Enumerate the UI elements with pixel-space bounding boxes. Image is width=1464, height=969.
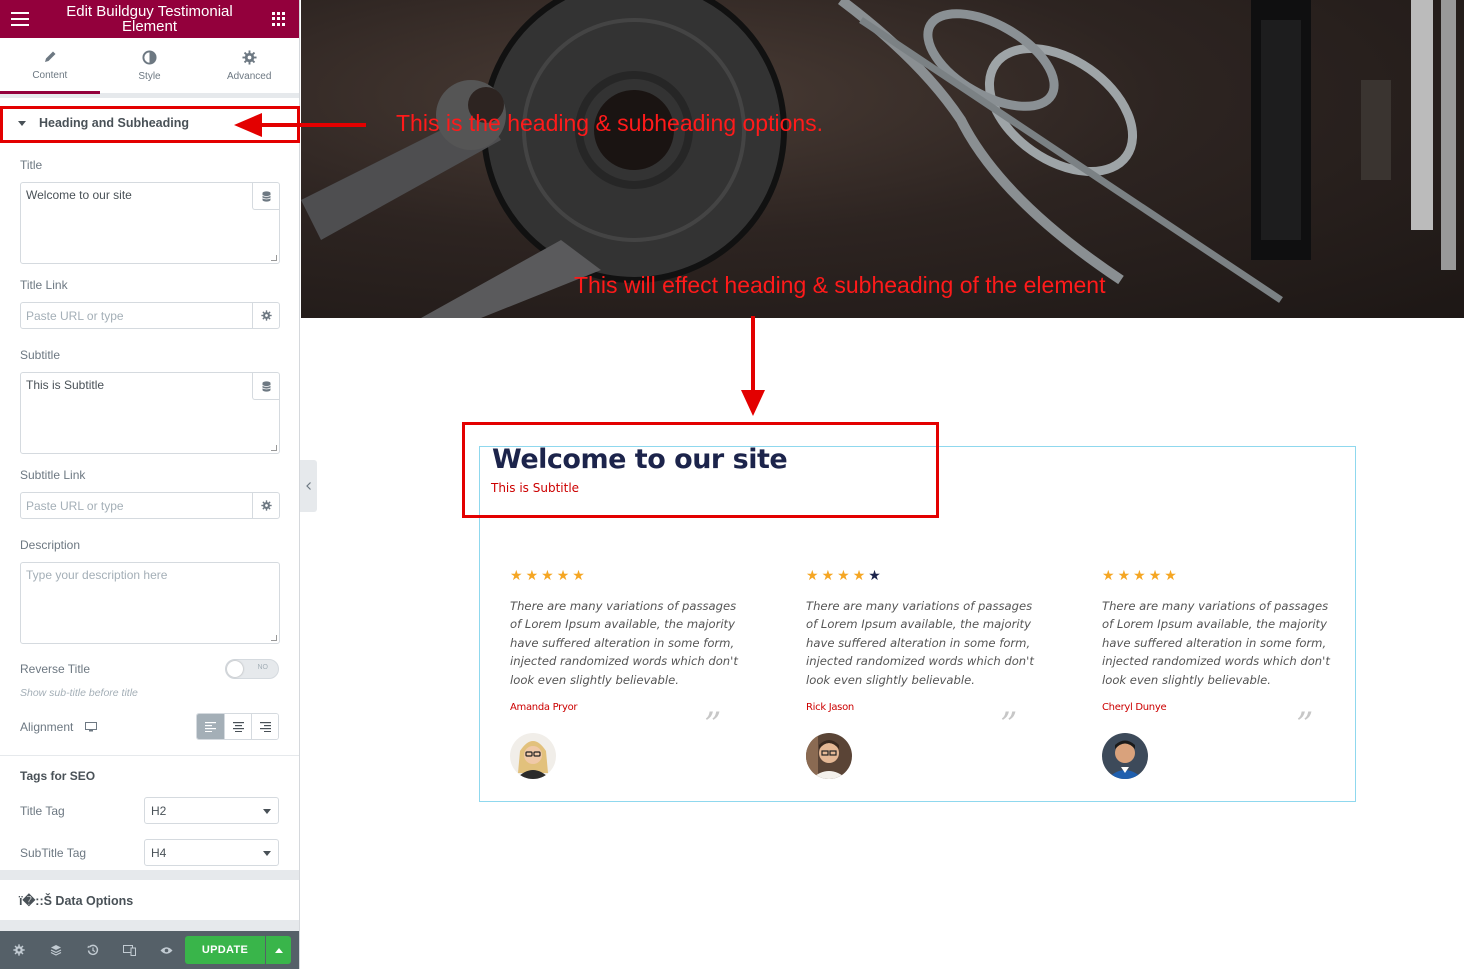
editor-window: Edit Buildguy Testimonial Element Conten… — [0, 0, 1464, 969]
annotation-heading-options: This is the heading & subheading options… — [396, 110, 824, 136]
annotation-box-preview-heading — [462, 422, 939, 518]
annotation-effect-note: This will effect heading & subheading of… — [574, 272, 1106, 298]
